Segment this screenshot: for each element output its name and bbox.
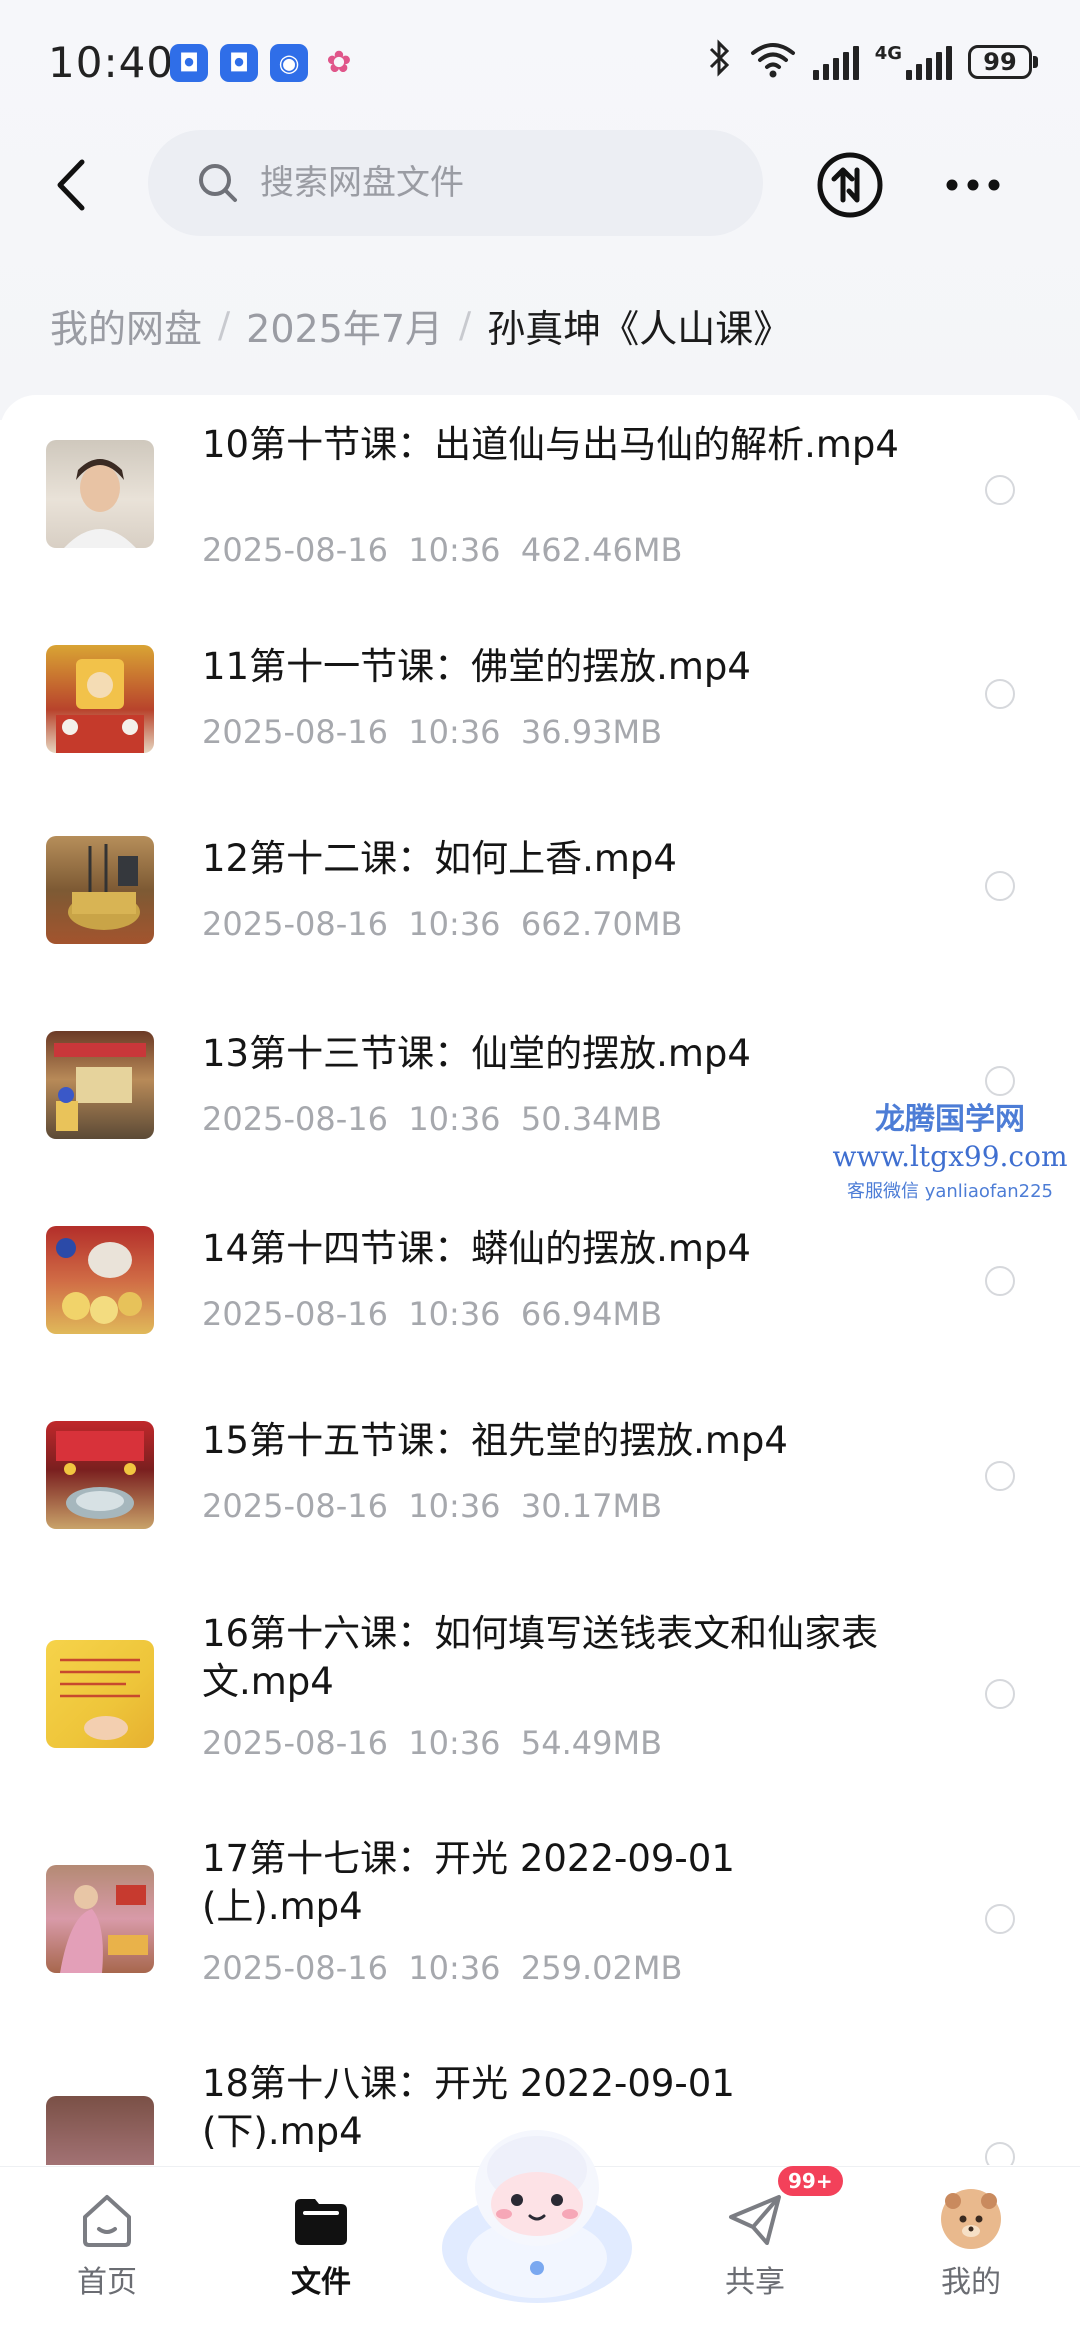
file-meta: 2025-08-16 10:36 662.70MB (202, 905, 683, 943)
nav-label: 首页 (77, 2265, 137, 2300)
transfer-list-button[interactable] (815, 150, 885, 220)
select-checkbox[interactable] (985, 871, 1015, 901)
select-checkbox[interactable] (985, 1904, 1015, 1934)
select-checkbox[interactable] (985, 1679, 1015, 1709)
video-thumbnail (46, 1640, 154, 1748)
breadcrumb: 我的网盘 / 2025年7月 / 孙真坤《人山课》 (50, 298, 791, 353)
nav-home[interactable]: 首页 (42, 2187, 172, 2301)
share-notification-badge: 99+ (778, 2166, 843, 2196)
avatar-icon (941, 2189, 1001, 2249)
file-row[interactable]: 17第十七课：开光 2022-09-01 (上).mp4 2025-08-16 … (0, 1815, 1080, 2025)
file-row[interactable]: 14第十四节课：蟒仙的摆放.mp4 2025-08-16 10:36 66.94… (0, 1180, 1080, 1370)
file-list: 10第十节课：出道仙与出马仙的解析.mp4 2025-08-16 10:36 4… (0, 395, 1080, 2165)
home-icon (83, 2195, 131, 2247)
select-checkbox[interactable] (985, 475, 1015, 505)
folder-icon (295, 2199, 347, 2245)
nav-me[interactable]: 我的 (906, 2187, 1036, 2301)
watermark: 龙腾国学网 www.ltgx99.com 客服微信 yanliaofan225 (830, 1094, 1070, 1203)
video-thumbnail (46, 1421, 154, 1529)
nav-share[interactable]: 共享 (690, 2187, 820, 2301)
status-indicators: 4G 99 (707, 38, 1038, 87)
video-thumbnail (46, 1865, 154, 1973)
video-thumbnail (46, 2096, 154, 2165)
breadcrumb-item-month[interactable]: 2025年7月 (246, 298, 443, 353)
bluetooth-icon (707, 38, 733, 87)
top-bar (0, 130, 1080, 240)
file-meta: 2025-08-16 10:36 54.49MB (202, 1724, 663, 1762)
status-bar: 10:40 ◘ ◘ ◉ ✿ 4G 99 (0, 0, 1080, 130)
network-type: 4G (874, 42, 902, 64)
select-checkbox[interactable] (985, 1066, 1015, 1096)
search-icon (199, 164, 237, 202)
file-row[interactable]: 11第十一节课：佛堂的摆放.mp4 2025-08-16 10:36 36.93… (0, 595, 1080, 785)
video-thumbnail (46, 1226, 154, 1334)
watermark-url: www.ltgx99.com (832, 1140, 1068, 1173)
more-dots-icon (946, 179, 1000, 191)
breadcrumb-separator: / (459, 305, 472, 346)
file-meta: 2025-08-16 10:36 30.17MB (202, 1487, 663, 1525)
nav-label: 共享 (725, 2265, 785, 2300)
browser-app-icon: ◉ (270, 44, 308, 82)
file-name: 14第十四节课：蟒仙的摆放.mp4 (202, 1227, 751, 1270)
file-name: 12第十二课：如何上香.mp4 (202, 837, 677, 880)
file-name: 11第十一节课：佛堂的摆放.mp4 (202, 645, 751, 688)
select-checkbox[interactable] (985, 2142, 1015, 2165)
file-name: 13第十三节课：仙堂的摆放.mp4 (202, 1032, 751, 1075)
watermark-title: 龙腾国学网 (875, 1102, 1025, 1137)
back-button[interactable] (38, 150, 108, 220)
file-row[interactable]: 15第十五节课：祖先堂的摆放.mp4 2025-08-16 10:36 30.1… (0, 1375, 1080, 1565)
file-meta: 2025-08-16 10:36 259.02MB (202, 1949, 683, 1987)
file-name: 15第十五节课：祖先堂的摆放.mp4 (202, 1419, 788, 1462)
search-bar[interactable] (148, 130, 763, 236)
battery-icon: 99 (968, 45, 1038, 79)
breadcrumb-current: 孙真坤《人山课》 (487, 307, 792, 351)
breadcrumb-separator: / (218, 305, 231, 346)
clover-app-icon: ✿ (326, 45, 352, 80)
file-meta: 2025-08-16 10:36 462.46MB (202, 531, 683, 569)
file-name: 17第十七课：开光 2022-09-01 (上).mp4 (202, 1837, 735, 1928)
file-name: 10第十节课：出道仙与出马仙的解析.mp4 (202, 423, 899, 466)
shield-app-icon: ◘ (220, 44, 258, 82)
chevron-left-icon (57, 159, 85, 211)
file-meta: 2025-08-16 10:36 66.94MB (202, 1295, 663, 1333)
search-input[interactable] (258, 162, 742, 204)
watermark-contact: 客服微信 yanliaofan225 (847, 1181, 1053, 1202)
shield-app-icon: ◘ (170, 44, 208, 82)
file-row[interactable]: 10第十节课：出道仙与出马仙的解析.mp4 2025-08-16 10:36 4… (0, 395, 1080, 585)
select-checkbox[interactable] (985, 679, 1015, 709)
nav-label: 我的 (941, 2265, 1001, 2300)
battery-level: 99 (983, 48, 1017, 76)
video-thumbnail (46, 440, 154, 548)
status-time: 10:40 (48, 38, 175, 87)
video-thumbnail (46, 1031, 154, 1139)
file-meta: 2025-08-16 10:36 50.34MB (202, 1100, 663, 1138)
file-name: 16第十六课：如何填写送钱表文和仙家表文.mp4 (202, 1612, 879, 1703)
file-row[interactable]: 12第十二课：如何上香.mp4 2025-08-16 10:36 662.70M… (0, 790, 1080, 980)
wifi-icon (749, 41, 797, 83)
file-row[interactable]: 16第十六课：如何填写送钱表文和仙家表文.mp4 2025-08-16 10:3… (0, 1590, 1080, 1800)
assistant-mascot-icon (442, 2130, 632, 2303)
assistant-button[interactable] (432, 2108, 642, 2308)
breadcrumb-item-root[interactable]: 我的网盘 (50, 298, 202, 353)
signal-icon (812, 44, 859, 80)
send-icon (729, 2195, 781, 2245)
video-thumbnail (46, 645, 154, 753)
signal-icon (906, 44, 952, 80)
transfer-icon (817, 152, 883, 218)
video-thumbnail (46, 836, 154, 944)
file-meta: 2025-08-16 10:36 36.93MB (202, 713, 663, 751)
nav-label: 文件 (291, 2265, 351, 2300)
select-checkbox[interactable] (985, 1461, 1015, 1491)
select-checkbox[interactable] (985, 1266, 1015, 1296)
nav-files[interactable]: 文件 (256, 2187, 386, 2301)
more-button[interactable] (938, 150, 1008, 220)
